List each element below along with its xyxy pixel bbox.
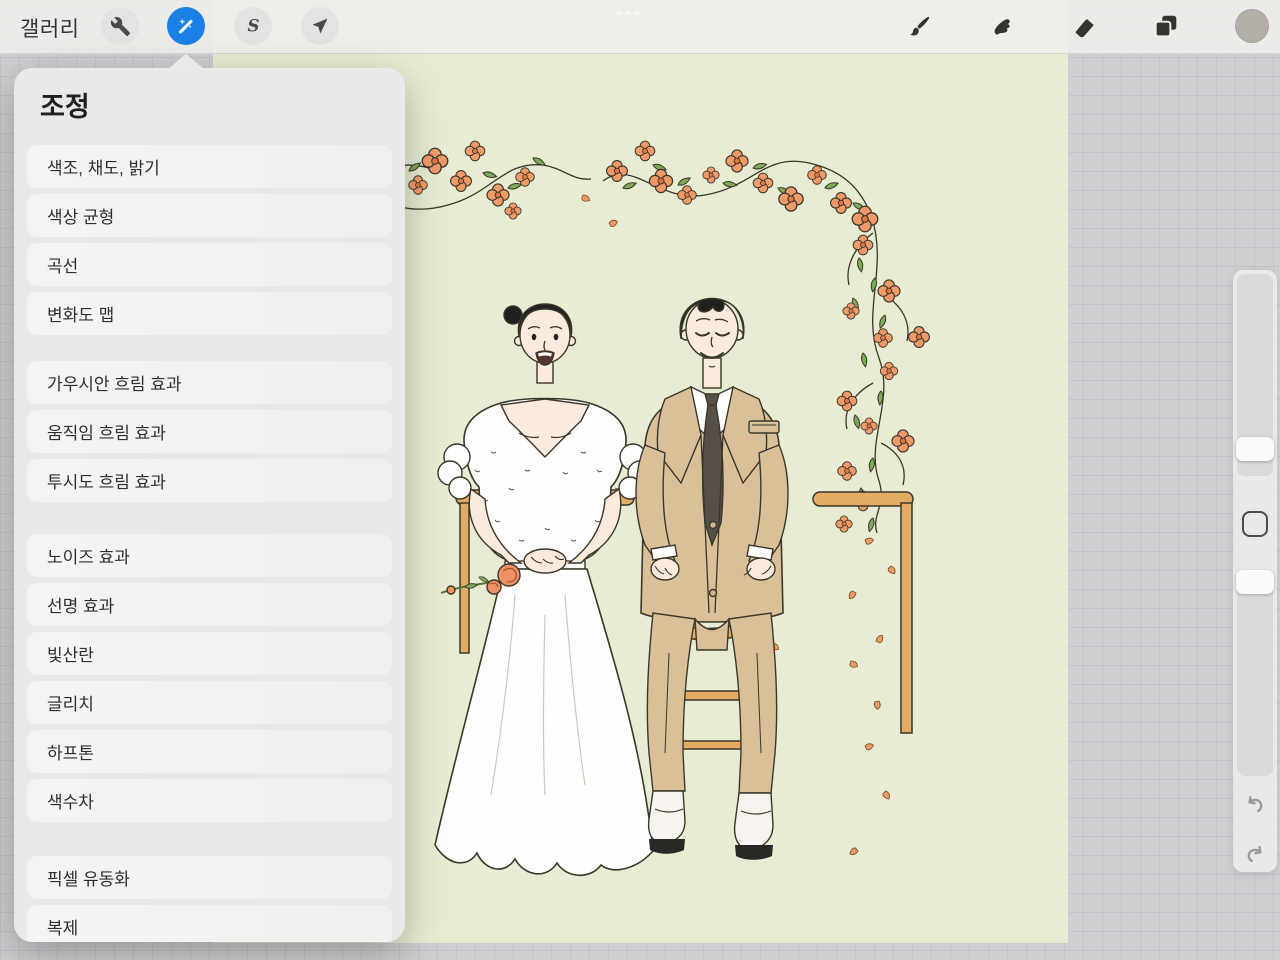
opacity-slider[interactable] [1237, 570, 1273, 776]
layers-icon [1154, 15, 1177, 38]
panel-caret [168, 54, 204, 69]
gallery-button[interactable]: 갤러리 [20, 13, 79, 43]
opacity-handle[interactable] [1236, 570, 1274, 594]
menu-item[interactable]: 노이즈 효과 [27, 534, 392, 577]
menu-group-1: 색조, 채도, 밝기색상 균형곡선변화도 맵 [27, 145, 392, 335]
modify-button[interactable] [1242, 511, 1268, 537]
menu-item-label: 빛산란 [47, 646, 94, 665]
menu-item[interactable]: 선명 효과 [27, 583, 392, 626]
menu-item-label: 움직임 흐림 효과 [47, 424, 166, 443]
menu-item[interactable]: 색상 균형 [27, 194, 392, 237]
menu-item-label: 하프톤 [47, 744, 94, 763]
panel-title: 조정 [40, 92, 90, 122]
menu-item-label: 복제 [47, 919, 79, 938]
actions-button[interactable] [101, 7, 139, 45]
magic-wand-icon [178, 18, 193, 34]
transform-arrow-icon [312, 18, 328, 34]
svg-text:S: S [247, 16, 259, 35]
menu-item[interactable]: 색조, 채도, 밝기 [27, 145, 392, 188]
menu-group-3: 노이즈 효과선명 효과빛산란글리치하프톤색수차 [27, 534, 392, 822]
home-indicator-dots [617, 11, 639, 15]
menu-item-label: 노이즈 효과 [47, 548, 130, 567]
menu-item[interactable]: 하프톤 [27, 730, 392, 773]
menu-item-label: 픽셀 유동화 [47, 870, 130, 889]
menu-group-2: 가우시안 흐림 효과움직임 흐림 효과투시도 흐림 효과 [27, 361, 392, 502]
menu-item[interactable]: 색수차 [27, 779, 392, 822]
menu-item-label: 글리치 [47, 695, 94, 714]
menu-item-label: 곡선 [47, 257, 79, 276]
smudge-finger-icon [994, 19, 1010, 35]
brush-icon [910, 16, 930, 36]
redo-icon [1247, 846, 1262, 863]
layers-button[interactable] [1148, 8, 1184, 44]
brush-size-handle[interactable] [1236, 437, 1274, 461]
menu-item[interactable]: 변화도 맵 [27, 292, 392, 335]
menu-item[interactable]: 픽셀 유동화 [27, 856, 392, 899]
menu-item[interactable]: 움직임 흐림 효과 [27, 410, 392, 453]
menu-item[interactable]: 글리치 [27, 681, 392, 724]
sidebar-controls [1233, 270, 1277, 872]
menu-item-label: 색조, 채도, 밝기 [47, 159, 160, 178]
menu-item-label: 투시도 흐림 효과 [47, 473, 166, 492]
menu-item[interactable]: 투시도 흐림 효과 [27, 459, 392, 502]
smudge-button[interactable] [984, 8, 1020, 44]
wrench-icon [110, 16, 130, 36]
menu-item-label: 선명 효과 [47, 597, 115, 616]
menu-item[interactable]: 곡선 [27, 243, 392, 286]
undo-button[interactable] [1242, 792, 1268, 818]
eraser-button[interactable] [1066, 8, 1102, 44]
top-toolbar: 갤러리 S [0, 0, 1280, 54]
menu-item-label: 가우시안 흐림 효과 [47, 375, 182, 394]
adjustments-panel: 조정 색조, 채도, 밝기색상 균형곡선변화도 맵가우시안 흐림 효과움직임 흐… [14, 68, 405, 942]
selection-button[interactable]: S [234, 7, 272, 45]
color-swatch[interactable] [1235, 9, 1269, 43]
eraser-icon [1075, 17, 1095, 38]
adjustments-button[interactable] [167, 7, 205, 45]
redo-button[interactable] [1242, 842, 1268, 868]
undo-icon [1248, 796, 1263, 813]
menu-item[interactable]: 빛산란 [27, 632, 392, 675]
menu-item-label: 색상 균형 [47, 208, 115, 227]
menu-groups: 색조, 채도, 밝기색상 균형곡선변화도 맵가우시안 흐림 효과움직임 흐림 효… [14, 145, 405, 942]
menu-item-label: 색수차 [47, 793, 94, 812]
selection-s-icon: S [247, 16, 259, 35]
brush-button[interactable] [901, 8, 937, 44]
transform-button[interactable] [301, 7, 339, 45]
menu-item[interactable]: 가우시안 흐림 효과 [27, 361, 392, 404]
menu-item-label: 변화도 맵 [47, 306, 115, 325]
menu-group-4: 픽셀 유동화복제 [27, 856, 392, 942]
menu-item[interactable]: 복제 [27, 905, 392, 942]
